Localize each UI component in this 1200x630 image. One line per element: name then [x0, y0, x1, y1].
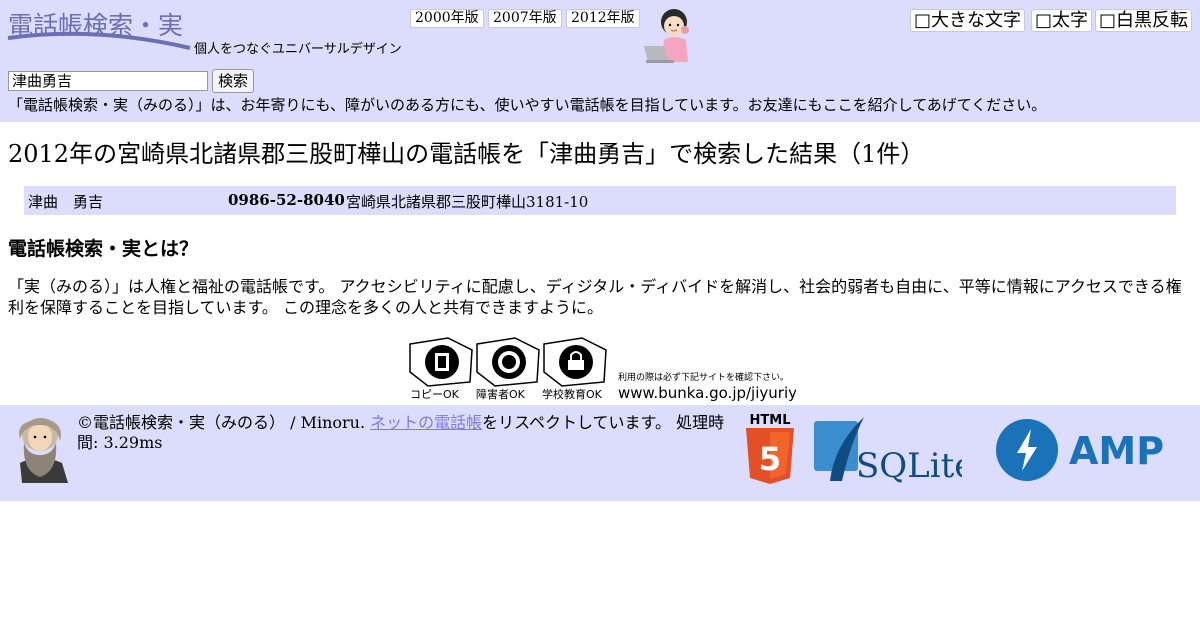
edition-2000-link[interactable]: 2000年版	[410, 9, 484, 28]
jiyuriyo-note: 利用の際は必ず下記サイトを確認下さい。	[618, 371, 789, 383]
site-tagline: 個人をつなぐユニバーサルデザイン	[194, 42, 402, 57]
footer-text: ©電話帳検索・実（みのる） / Minoru. ネットの電話帳をリスペクトしてい…	[77, 413, 737, 453]
html5-badge-number: 5	[759, 440, 781, 478]
site-footer: ©電話帳検索・実（みのる） / Minoru. ネットの電話帳をリスペクトしてい…	[0, 405, 1200, 501]
high-contrast-toggle[interactable]: □白黒反転	[1095, 9, 1193, 32]
disability-ok-icon	[476, 337, 540, 387]
result-name: 津曲 勇吉	[28, 193, 104, 211]
about-heading: 電話帳検索・実とは？	[8, 238, 199, 260]
jiyuriyo-label-copy: コピーOK	[410, 388, 460, 401]
large-text-toggle[interactable]: □大きな文字	[910, 9, 1026, 32]
mascot-with-laptop-icon	[644, 9, 689, 63]
result-row: 津曲 勇吉 0986-52-8040 宮崎県北諸県郡三股町樺山3181-10	[24, 186, 1176, 215]
amp-logo-icon: AMP	[996, 419, 1164, 481]
result-address: 宮崎県北諸県郡三股町樺山3181-10	[346, 193, 589, 211]
marx-portrait-icon	[19, 418, 68, 483]
jiyuriyo-url: www.bunka.go.jp/jiyuriyo	[618, 384, 796, 402]
sqlite-logo-icon: SQLite	[814, 417, 962, 485]
jiyuriyo-mark[interactable]: コピーOK 障害者OK 学校教育OK 利用の際は必ず下記サイトを確認下さい。 w…	[408, 336, 796, 402]
sqlite-logo-text: SQLite	[856, 446, 962, 485]
about-text: 「実（みのる）」は人権と福祉の電話帳です。 アクセシビリティに配慮し、ディジタル…	[8, 277, 1182, 317]
html5-badge-text: HTML	[750, 413, 791, 428]
search-button[interactable]: 検索	[212, 69, 254, 93]
site-intro-text: 「電話帳検索・実（みのる）」は、お年寄りにも、障がいのある方にも、使いやすい電話…	[8, 96, 1047, 114]
copy-ok-icon	[409, 337, 473, 387]
jiyuriyo-label-school: 学校教育OK	[542, 387, 603, 401]
edition-2012-link[interactable]: 2012年版	[566, 9, 640, 28]
footer-respect: をリスペクトしています。	[482, 413, 671, 432]
school-ok-icon	[543, 337, 607, 387]
result-title: 2012年の宮崎県北諸県郡三股町樺山の電話帳を「津曲勇吉」で検索した結果（1件）	[8, 140, 925, 168]
site-header: 電話帳検索・実 個人をつなぐユニバーサルデザイン 2000年版 2007年版 2…	[0, 0, 1200, 122]
edition-2007-link[interactable]: 2007年版	[488, 9, 562, 28]
bold-toggle[interactable]: □太字	[1031, 9, 1093, 32]
footer-copyright: ©電話帳検索・実（みのる） / Minoru.	[77, 413, 366, 432]
html5-badge-icon: HTML 5	[746, 413, 794, 484]
amp-logo-text: AMP	[1069, 429, 1164, 473]
logo-swoosh-icon	[7, 31, 191, 50]
result-phone[interactable]: 0986-52-8040	[228, 191, 345, 209]
jiyuriyo-label-disability: 障害者OK	[476, 387, 526, 401]
search-input[interactable]: 津曲勇吉	[8, 71, 208, 91]
net-phonebook-link[interactable]: ネットの電話帳	[370, 413, 482, 432]
